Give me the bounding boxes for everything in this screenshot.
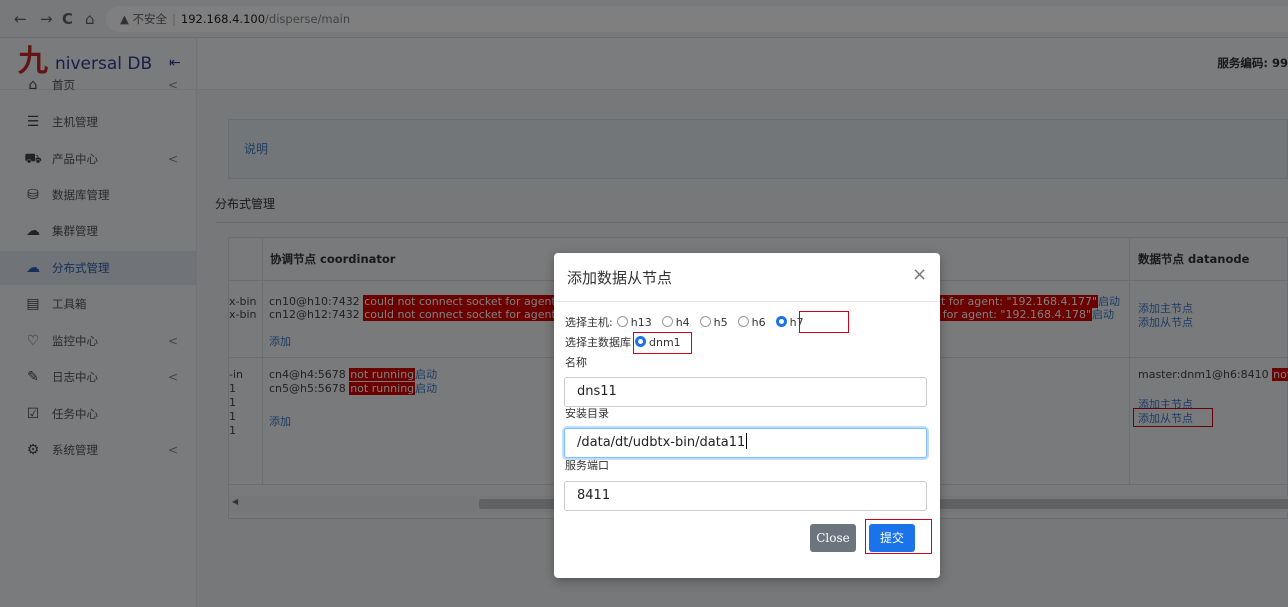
name-label: 名称	[565, 356, 587, 369]
install-dir-label: 安装目录	[565, 407, 609, 420]
text-cursor	[746, 433, 748, 449]
radio-icon[interactable]	[737, 316, 749, 327]
host-option-h5[interactable]: h5	[696, 316, 728, 330]
modal-divider	[554, 301, 940, 302]
radio-icon[interactable]	[699, 316, 711, 327]
host-label: 选择主机:	[565, 316, 613, 329]
db-label: 选择主数据库	[565, 336, 631, 349]
highlight-box	[865, 519, 932, 554]
highlight-box	[799, 311, 849, 333]
port-input[interactable]: 8411	[564, 481, 927, 511]
install-dir-value: /data/dt/udbtx-bin/data11	[577, 435, 746, 450]
highlight-box	[633, 332, 692, 354]
host-option-label: h4	[675, 316, 690, 329]
host-option-label: h13	[630, 316, 652, 329]
add-slave-node-dialog: 添加数据从节点 × 选择主机: h13 h4 h5 h6 h7 选择主数据库 dnm1 名称…	[554, 253, 940, 578]
radio-icon[interactable]	[661, 316, 673, 327]
install-dir-input[interactable]: /data/dt/udbtx-bin/data11	[564, 428, 927, 458]
host-option-h4[interactable]: h4	[658, 316, 690, 330]
port-label: 服务端口	[565, 459, 609, 472]
close-icon[interactable]: ×	[912, 265, 927, 285]
host-option-h13[interactable]: h13	[613, 316, 652, 330]
radio-icon[interactable]	[775, 316, 787, 327]
host-option-h6[interactable]: h6	[734, 316, 766, 330]
name-input[interactable]: dns11	[564, 377, 927, 407]
host-radio-group: 选择主机: h13 h4 h5 h6 h7	[565, 316, 810, 330]
close-button[interactable]: Close	[810, 524, 856, 552]
radio-icon[interactable]	[616, 316, 628, 327]
host-option-label: h5	[713, 316, 728, 329]
modal-title: 添加数据从节点	[567, 269, 673, 287]
host-option-label: h6	[751, 316, 766, 329]
